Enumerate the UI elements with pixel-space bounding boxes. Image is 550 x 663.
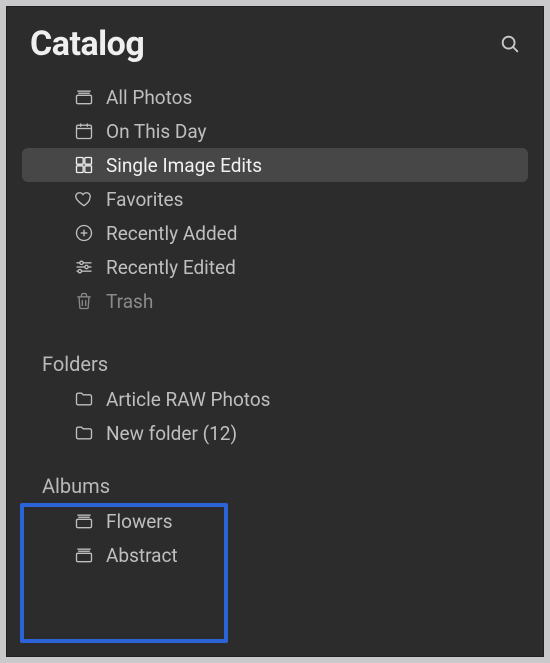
catalog-section: All Photos On This Day xyxy=(6,80,544,318)
sidebar-item-label: On This Day xyxy=(106,120,207,143)
album-list: Flowers Abstract xyxy=(22,504,528,572)
folder-item-new-folder[interactable]: New folder (12) xyxy=(22,416,528,450)
sidebar-item-label: All Photos xyxy=(106,86,192,109)
folder-item-label: New folder (12) xyxy=(106,422,237,445)
sidebar-item-label: Trash xyxy=(106,290,153,313)
sidebar-item-favorites[interactable]: Favorites xyxy=(22,182,528,216)
page-title: Catalog xyxy=(30,24,144,64)
sidebar-item-on-this-day[interactable]: On This Day xyxy=(22,114,528,148)
album-item-flowers[interactable]: Flowers xyxy=(22,504,528,538)
stack-icon xyxy=(74,545,94,565)
folder-icon xyxy=(74,423,94,443)
trash-icon xyxy=(74,291,94,311)
sliders-icon xyxy=(74,257,94,277)
sidebar-item-label: Favorites xyxy=(106,188,183,211)
plus-circle-icon xyxy=(74,223,94,243)
albums-section: Albums Flowers Abstract xyxy=(6,474,544,572)
sidebar-item-label: Single Image Edits xyxy=(106,154,262,177)
folder-icon xyxy=(74,389,94,409)
search-icon[interactable] xyxy=(496,30,524,58)
sidebar-item-single-image-edits[interactable]: Single Image Edits xyxy=(22,148,528,182)
albums-heading: Albums xyxy=(42,474,528,498)
catalog-list: All Photos On This Day xyxy=(22,80,528,318)
panel-header: Catalog xyxy=(6,6,544,74)
album-item-label: Abstract xyxy=(106,544,178,567)
folders-heading: Folders xyxy=(42,352,528,376)
folder-item-article-raw-photos[interactable]: Article RAW Photos xyxy=(22,382,528,416)
sidebar-item-recently-edited[interactable]: Recently Edited xyxy=(22,250,528,284)
folders-section: Folders Article RAW Photos New folder (1… xyxy=(6,352,544,450)
sidebar-item-recently-added[interactable]: Recently Added xyxy=(22,216,528,250)
sidebar-item-trash[interactable]: Trash xyxy=(22,284,528,318)
grid-icon xyxy=(74,155,94,175)
catalog-panel: Catalog All Photos xyxy=(6,6,544,657)
calendar-icon xyxy=(74,121,94,141)
folder-list: Article RAW Photos New folder (12) xyxy=(22,382,528,450)
sidebar-item-label: Recently Edited xyxy=(106,256,236,279)
heart-icon xyxy=(74,189,94,209)
album-item-label: Flowers xyxy=(106,510,173,533)
album-item-abstract[interactable]: Abstract xyxy=(22,538,528,572)
stack-icon xyxy=(74,511,94,531)
sidebar-item-all-photos[interactable]: All Photos xyxy=(22,80,528,114)
stack-icon xyxy=(74,87,94,107)
folder-item-label: Article RAW Photos xyxy=(106,388,270,411)
sidebar-item-label: Recently Added xyxy=(106,222,237,245)
